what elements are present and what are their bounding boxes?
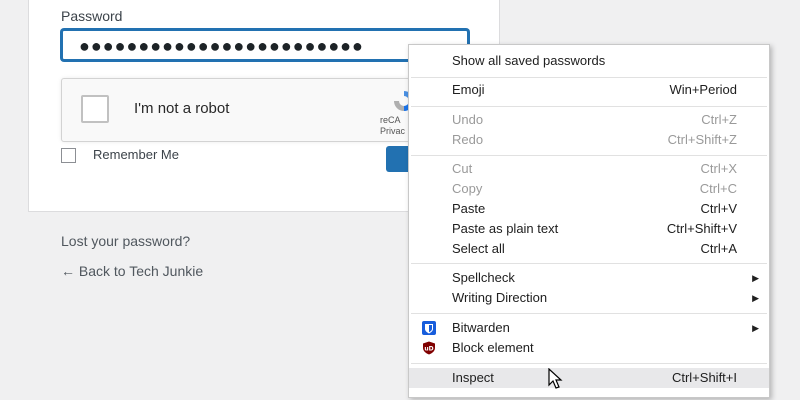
menu-item-label: Emoji [452,82,485,97]
recaptcha-brand: reCA Privac [380,115,405,137]
menu-item-shortcut: Ctrl+Shift+V [666,221,737,236]
remember-me-checkbox[interactable] [61,148,76,163]
menu-separator [411,106,767,107]
back-to-site-link[interactable]: ← Back to Tech Junkie [61,263,203,279]
menu-item-label: Bitwarden [452,320,510,335]
menu-item-emoji[interactable]: Emoji Win+Period [409,80,769,100]
menu-item-label: Select all [452,241,505,256]
menu-separator [411,77,767,78]
menu-item-select-all[interactable]: Select all Ctrl+A [409,239,769,259]
menu-item-label: Inspect [452,370,494,385]
submenu-arrow-icon: ▶ [752,273,759,283]
menu-item-label: Writing Direction [452,290,548,305]
remember-me-label[interactable]: Remember Me [93,147,179,162]
menu-item-inspect[interactable]: Inspect Ctrl+Shift+I [409,368,769,388]
menu-item-paste[interactable]: Paste Ctrl+V [409,199,769,219]
menu-item-shortcut: Ctrl+Shift+I [671,370,737,385]
menu-item-label: Redo [452,132,484,147]
menu-item-shortcut: Win+Period [669,82,737,97]
bitwarden-shield-icon [422,321,436,335]
menu-item-bitwarden[interactable]: Bitwarden ▶ [409,318,769,338]
menu-item-label: Paste as plain text [452,221,559,236]
recaptcha-widget: I'm not a robot reCA Privac [61,78,421,142]
menu-separator [411,263,767,264]
submenu-arrow-icon: ▶ [752,293,759,303]
submenu-arrow-icon: ▶ [752,323,759,333]
menu-item-shortcut: Ctrl+Shift+Z [667,132,737,147]
menu-item-shortcut: Ctrl+Z [701,112,737,127]
menu-item-show-saved-passwords[interactable]: Show all saved passwords [409,51,769,71]
lost-password-link[interactable]: Lost your password? [61,233,190,249]
menu-separator [411,313,767,314]
recaptcha-brand-line-1: reCA [380,115,401,125]
ublock-badge-text: uD [424,346,433,353]
menu-item-label: Cut [452,161,473,176]
menu-item-cut[interactable]: Cut Ctrl+X [409,159,769,179]
menu-item-shortcut: Ctrl+V [700,201,737,216]
recaptcha-brand-line-2: Privac [380,126,406,136]
menu-item-shortcut: Ctrl+C [699,181,737,196]
menu-item-label: Show all saved passwords [452,53,606,68]
ublock-origin-icon: uD [423,341,435,355]
menu-item-block-element[interactable]: uD Block element [409,338,769,358]
context-menu: Show all saved passwords Emoji Win+Perio… [408,44,770,398]
menu-item-shortcut: Ctrl+A [700,241,737,256]
password-label: Password [61,8,123,24]
recaptcha-checkbox[interactable] [81,95,109,123]
menu-item-label: Undo [452,112,484,127]
menu-item-undo[interactable]: Undo Ctrl+Z [409,110,769,130]
menu-separator [411,155,767,156]
menu-item-copy[interactable]: Copy Ctrl+C [409,179,769,199]
menu-item-shortcut: Ctrl+X [700,161,737,176]
menu-item-paste-plain-text[interactable]: Paste as plain text Ctrl+Shift+V [409,219,769,239]
menu-item-label: Paste [452,201,486,216]
menu-separator [411,363,767,364]
menu-item-writing-direction[interactable]: Writing Direction ▶ [409,288,769,308]
menu-item-label: Spellcheck [452,270,515,285]
recaptcha-label: I'm not a robot [134,100,230,117]
mouse-cursor-icon [548,368,563,389]
menu-item-label: Copy [452,181,483,196]
menu-item-redo[interactable]: Redo Ctrl+Shift+Z [409,130,769,150]
menu-item-label: Block element [452,340,534,355]
menu-item-spellcheck[interactable]: Spellcheck ▶ [409,268,769,288]
